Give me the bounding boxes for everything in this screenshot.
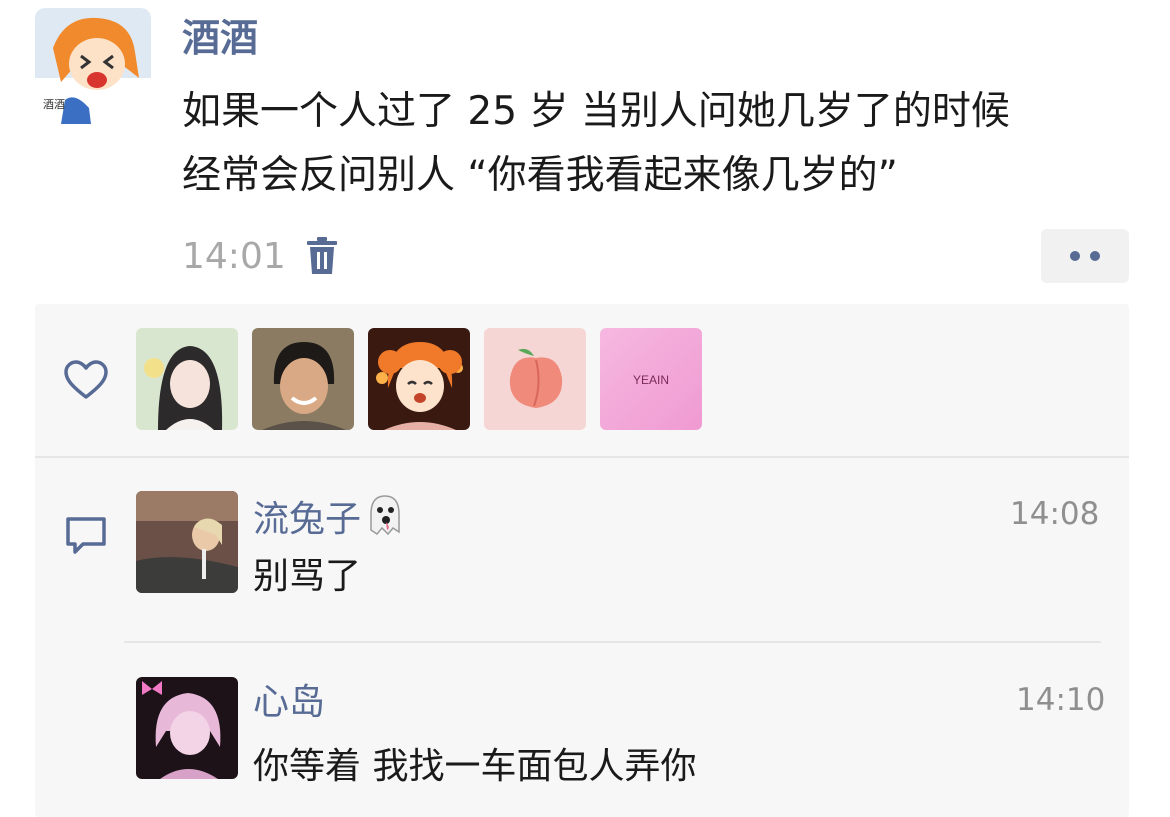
post-author-name[interactable]: 酒酒	[182, 12, 258, 64]
like-avatar-2[interactable]	[252, 328, 354, 430]
divider	[124, 641, 1101, 643]
dot-icon	[1090, 251, 1100, 261]
post-text-line: 如果一个人过了 25 岁 当别人问她几岁了的时候	[182, 89, 1010, 134]
comment-text: 你等着 我找一车面包人弄你	[253, 746, 697, 787]
comment-avatar[interactable]	[136, 491, 238, 593]
comment-author-name[interactable]: 心岛	[253, 678, 325, 728]
like-avatar-5[interactable]: YEAIN	[600, 328, 702, 430]
comment-author[interactable]: 流兔子	[253, 492, 405, 550]
svg-text:酒酒: 酒酒	[43, 98, 65, 111]
divider	[35, 456, 1129, 458]
like-avatar-3[interactable]	[368, 328, 470, 430]
post-time: 14:01	[182, 236, 286, 277]
like-avatar-5-text: YEAIN	[633, 373, 669, 387]
comment-avatar[interactable]	[136, 677, 238, 779]
comment-text: 别骂了	[253, 556, 362, 597]
post-text-line: 经常会反问别人 “你看我看起来像几岁的”	[182, 153, 898, 198]
interaction-panel: YEAIN 流兔子 别骂了 14:08 心岛 你等着 我找一车面包人弄你 14:…	[35, 304, 1129, 817]
comment-time: 14:10	[1016, 682, 1106, 718]
post-text: 如果一个人过了 25 岁 当别人问她几岁了的时候 经常会反问别人 “你看我看起来…	[182, 80, 1142, 208]
trash-icon[interactable]	[304, 236, 340, 276]
dot-icon	[1070, 251, 1080, 261]
comment-author-name: 流兔子	[253, 499, 362, 540]
heart-icon	[63, 360, 109, 400]
more-dots-icon[interactable]	[1041, 229, 1129, 283]
ghost-emoji-icon	[365, 492, 405, 550]
comment-icon	[63, 514, 109, 556]
like-avatar-4[interactable]	[484, 328, 586, 430]
like-avatar-1[interactable]	[136, 328, 238, 430]
likes-row: YEAIN	[35, 304, 1129, 456]
author-avatar[interactable]: 酒酒	[35, 8, 151, 124]
comment-time: 14:08	[1010, 496, 1100, 532]
